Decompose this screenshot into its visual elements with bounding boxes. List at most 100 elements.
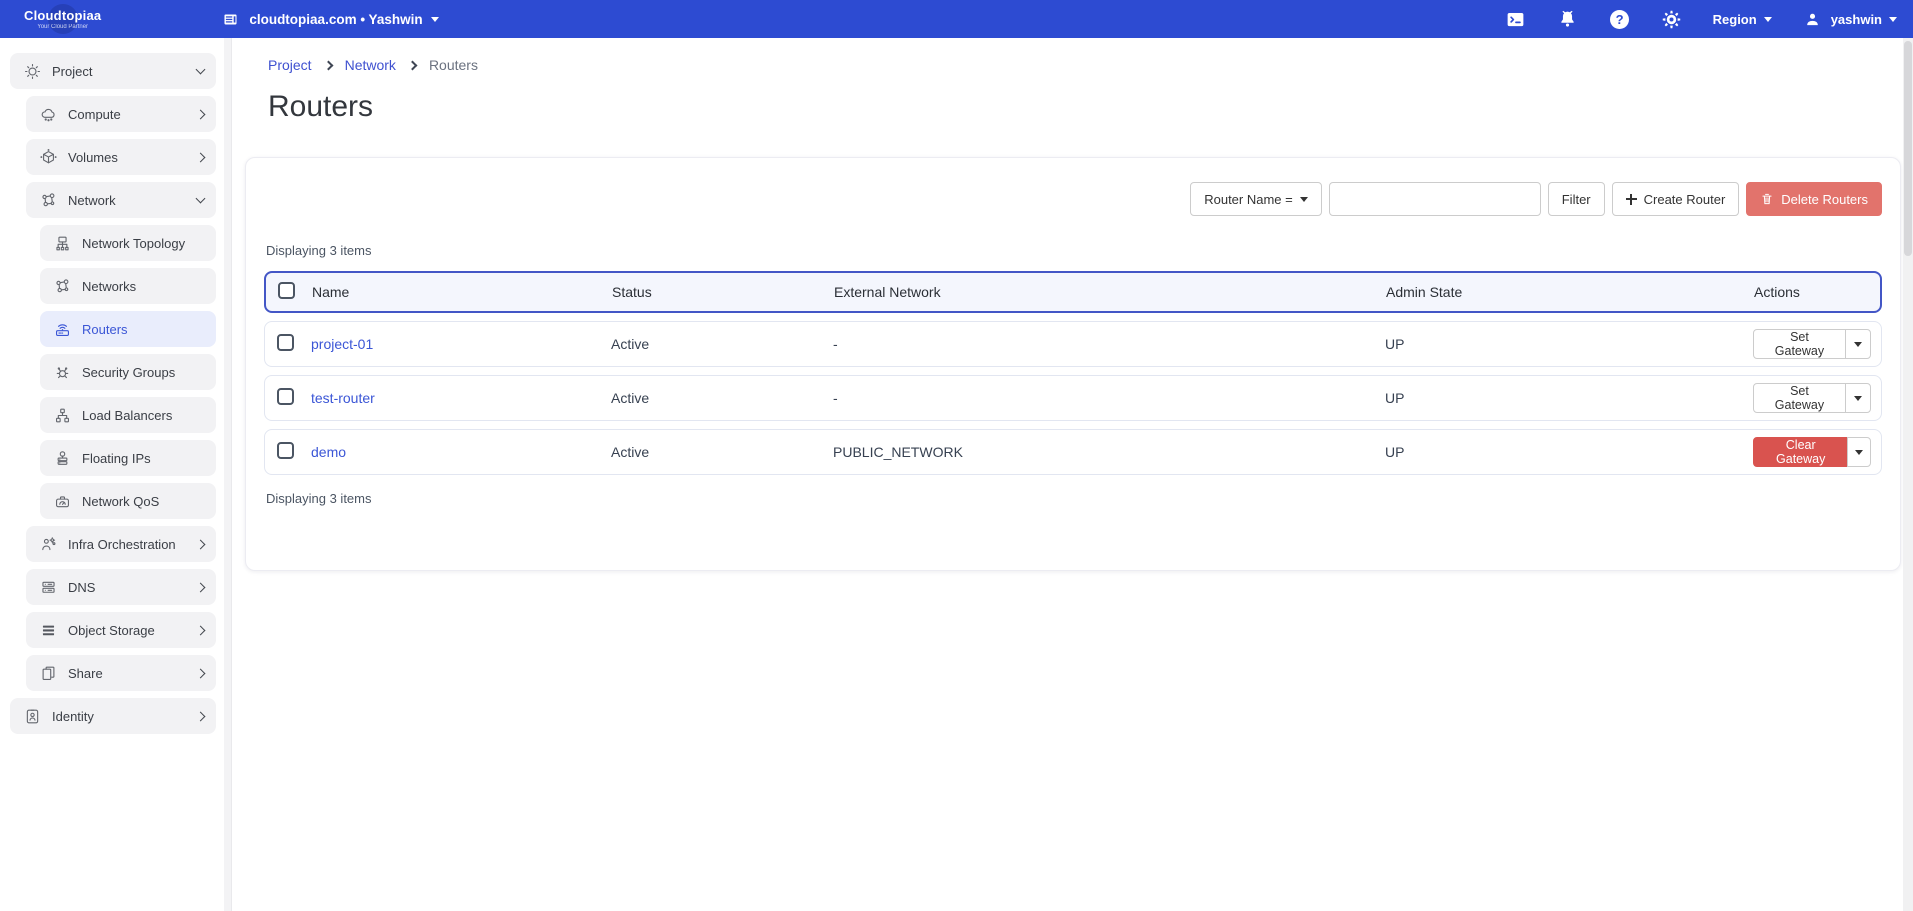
region-selector[interactable]: Region bbox=[1713, 12, 1772, 27]
router-icon bbox=[52, 319, 72, 339]
sidebar-item-network-qos[interactable]: Network QoS bbox=[40, 483, 216, 519]
plus-icon bbox=[1626, 194, 1637, 205]
routers-panel: Router Name = Filter Create Router Delet… bbox=[245, 157, 1901, 571]
sidebar-item-label: Network QoS bbox=[82, 494, 159, 509]
row-action-group: Clear Gateway bbox=[1753, 437, 1871, 467]
scrollbar-thumb[interactable] bbox=[1904, 41, 1912, 256]
external-network-value: - bbox=[833, 390, 1385, 406]
clear-gateway-button[interactable]: Clear Gateway bbox=[1753, 437, 1848, 467]
admin-state-value: UP bbox=[1385, 336, 1753, 352]
filter-button[interactable]: Filter bbox=[1548, 182, 1605, 216]
chevron-right-icon bbox=[196, 152, 206, 162]
set-gateway-button[interactable]: Set Gateway bbox=[1753, 383, 1846, 413]
sidebar-item-networks[interactable]: Networks bbox=[40, 268, 216, 304]
sidebar-item-network[interactable]: Network bbox=[26, 182, 216, 218]
domain-project-selector[interactable]: cloudtopiaa.com • Yashwin bbox=[219, 8, 438, 30]
sidebar-item-network-topology[interactable]: Network Topology bbox=[40, 225, 216, 261]
chevron-right-icon bbox=[196, 625, 206, 635]
delete-routers-label: Delete Routers bbox=[1781, 192, 1868, 207]
network-qos-icon bbox=[52, 491, 72, 511]
sidebar-item-infra-orchestration[interactable]: Infra Orchestration bbox=[26, 526, 216, 562]
column-header-admin-state: Admin State bbox=[1386, 284, 1754, 300]
brand-logo[interactable]: Cloudtopiaa Your Cloud Partner bbox=[24, 8, 101, 30]
row-checkbox[interactable] bbox=[277, 334, 294, 351]
chevron-down-icon bbox=[1764, 17, 1772, 22]
row-action-group: Set Gateway bbox=[1753, 329, 1871, 359]
sidebar-item-label: Volumes bbox=[68, 150, 118, 165]
filter-field-dropdown[interactable]: Router Name = bbox=[1190, 182, 1322, 216]
sidebar-item-label: Share bbox=[68, 666, 103, 681]
chevron-right-icon bbox=[323, 60, 333, 70]
page-title: Routers bbox=[268, 90, 1913, 124]
chevron-right-icon bbox=[196, 668, 206, 678]
brand-name: Cloudtopiaa bbox=[24, 8, 101, 23]
sidebar-item-floating-ips[interactable]: Floating IPs bbox=[40, 440, 216, 476]
help-icon[interactable]: ? bbox=[1609, 8, 1631, 30]
sidebar-item-routers[interactable]: Routers bbox=[40, 311, 216, 347]
user-icon bbox=[1802, 8, 1824, 30]
column-header-status: Status bbox=[612, 284, 834, 300]
page-scrollbar[interactable] bbox=[1903, 38, 1913, 911]
floating-ips-icon bbox=[52, 448, 72, 468]
filter-field-label: Router Name = bbox=[1204, 192, 1293, 207]
sidebar: Project Compute Volumes Network bbox=[0, 38, 232, 911]
sidebar-item-security-groups[interactable]: Security Groups bbox=[40, 354, 216, 390]
user-menu[interactable]: yashwin bbox=[1802, 8, 1897, 30]
chevron-down-icon bbox=[196, 65, 206, 75]
router-name-link[interactable]: test-router bbox=[311, 390, 375, 406]
sidebar-item-project[interactable]: Project bbox=[10, 53, 216, 89]
sidebar-item-label: Identity bbox=[52, 709, 94, 724]
create-router-button[interactable]: Create Router bbox=[1612, 182, 1740, 216]
delete-routers-button[interactable]: Delete Routers bbox=[1746, 182, 1882, 216]
main-content: Project Network Routers Routers Router N… bbox=[232, 38, 1913, 911]
admin-state-value: UP bbox=[1385, 444, 1753, 460]
sidebar-item-load-balancers[interactable]: Load Balancers bbox=[40, 397, 216, 433]
breadcrumb-project-link[interactable]: Project bbox=[268, 57, 312, 73]
help-glyph: ? bbox=[1610, 10, 1629, 29]
row-actions-dropdown[interactable] bbox=[1847, 437, 1871, 467]
breadcrumb-network-link[interactable]: Network bbox=[345, 57, 396, 73]
sidebar-item-share[interactable]: Share bbox=[26, 655, 216, 691]
username-label: yashwin bbox=[1831, 12, 1882, 27]
security-groups-icon bbox=[52, 362, 72, 382]
sidebar-item-object-storage[interactable]: Object Storage bbox=[26, 612, 216, 648]
sidebar-item-volumes[interactable]: Volumes bbox=[26, 139, 216, 175]
sidebar-item-label: Routers bbox=[82, 322, 128, 337]
row-checkbox[interactable] bbox=[277, 442, 294, 459]
row-actions-dropdown[interactable] bbox=[1845, 329, 1871, 359]
filter-search-input[interactable] bbox=[1329, 182, 1541, 216]
router-name-link[interactable]: demo bbox=[311, 444, 346, 460]
sidebar-item-label: Network bbox=[68, 193, 116, 208]
sidebar-item-label: Infra Orchestration bbox=[68, 537, 176, 552]
chevron-down-icon bbox=[1855, 450, 1863, 455]
navbar-actions: ? Region yashwin bbox=[1505, 8, 1897, 30]
chevron-down-icon bbox=[1889, 17, 1897, 22]
sidebar-item-label: Load Balancers bbox=[82, 408, 172, 423]
object-storage-icon bbox=[38, 620, 58, 640]
context-label: cloudtopiaa.com • Yashwin bbox=[249, 12, 422, 27]
chevron-right-icon bbox=[196, 539, 206, 549]
sidebar-item-compute[interactable]: Compute bbox=[26, 96, 216, 132]
region-label: Region bbox=[1713, 12, 1757, 27]
status-value: Active bbox=[611, 390, 833, 406]
set-gateway-button[interactable]: Set Gateway bbox=[1753, 329, 1846, 359]
select-all-checkbox[interactable] bbox=[278, 282, 295, 299]
row-checkbox[interactable] bbox=[277, 388, 294, 405]
chevron-down-icon bbox=[431, 17, 439, 22]
column-header-external-network: External Network bbox=[834, 284, 1386, 300]
notifications-bell-icon[interactable] bbox=[1557, 8, 1579, 30]
sidebar-item-label: Compute bbox=[68, 107, 121, 122]
column-header-actions: Actions bbox=[1754, 284, 1880, 300]
chevron-down-icon bbox=[196, 194, 206, 204]
items-count-bottom: Displaying 3 items bbox=[266, 491, 1882, 560]
sidebar-item-identity[interactable]: Identity bbox=[10, 698, 216, 734]
external-network-value: PUBLIC_NETWORK bbox=[833, 444, 1385, 460]
console-icon[interactable] bbox=[1505, 8, 1527, 30]
dns-servers-icon bbox=[38, 577, 58, 597]
settings-gear-icon[interactable] bbox=[1661, 8, 1683, 30]
networks-nodes-icon bbox=[52, 276, 72, 296]
sidebar-item-dns[interactable]: DNS bbox=[26, 569, 216, 605]
row-actions-dropdown[interactable] bbox=[1845, 383, 1871, 413]
router-name-link[interactable]: project-01 bbox=[311, 336, 373, 352]
chevron-down-icon bbox=[1300, 197, 1308, 202]
